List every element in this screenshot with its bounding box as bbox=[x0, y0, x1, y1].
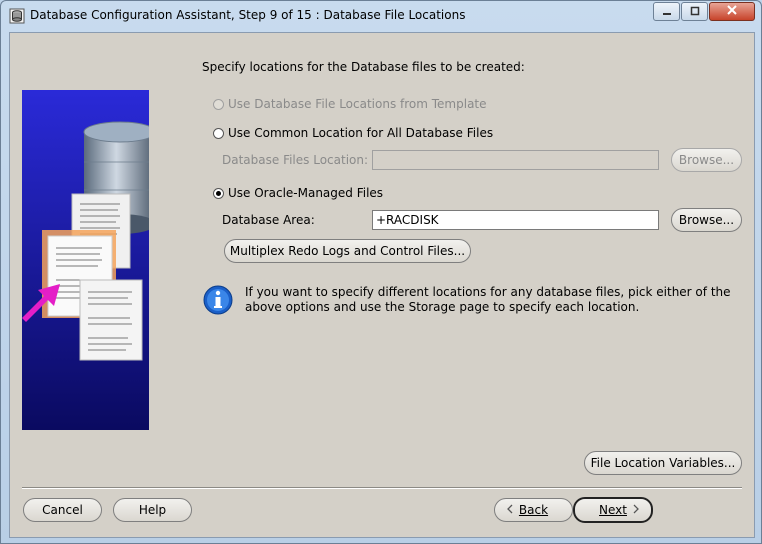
window-title: Database Configuration Assistant, Step 9… bbox=[30, 8, 466, 22]
chevron-left-icon bbox=[505, 504, 515, 517]
dbca-window: Database Configuration Assistant, Step 9… bbox=[0, 0, 762, 544]
radio-label: Use Oracle-Managed Files bbox=[228, 186, 384, 200]
chevron-right-icon bbox=[631, 504, 641, 517]
wizard-illustration bbox=[22, 90, 149, 430]
wizard-content: Specify locations for the Database files… bbox=[9, 32, 755, 538]
info-message: If you want to specify different locatio… bbox=[245, 285, 731, 314]
multiplex-redo-logs-button[interactable]: Multiplex Redo Logs and Control Files... bbox=[224, 239, 471, 263]
database-icon bbox=[9, 8, 25, 24]
footer-divider bbox=[22, 487, 742, 489]
maximize-icon bbox=[690, 5, 700, 19]
maximize-button[interactable] bbox=[681, 2, 708, 21]
close-button[interactable] bbox=[709, 2, 755, 21]
database-files-location-label: Database Files Location: bbox=[222, 153, 369, 167]
next-label: Next bbox=[599, 503, 627, 517]
title-bar: Database Configuration Assistant, Step 9… bbox=[1, 1, 761, 31]
back-label: Back bbox=[518, 503, 549, 517]
next-button[interactable]: Next bbox=[573, 497, 653, 523]
database-area-label: Database Area: bbox=[222, 213, 315, 227]
minimize-icon bbox=[662, 5, 672, 19]
radio-oracle-managed-files[interactable]: Use Oracle-Managed Files bbox=[213, 186, 383, 200]
page-heading: Specify locations for the Database files… bbox=[202, 60, 525, 74]
close-icon bbox=[726, 4, 738, 19]
back-button[interactable]: Back bbox=[494, 498, 573, 522]
radio-template-locations[interactable]: Use Database File Locations from Templat… bbox=[213, 97, 487, 111]
database-area-field[interactable]: +RACDISK bbox=[372, 210, 659, 230]
info-icon bbox=[203, 285, 233, 315]
browse-common-location-button[interactable]: Browse... bbox=[671, 148, 742, 172]
radio-indicator bbox=[213, 127, 224, 139]
browse-database-area-button[interactable]: Browse... bbox=[671, 208, 742, 232]
radio-common-location[interactable]: Use Common Location for All Database Fil… bbox=[213, 126, 493, 140]
radio-label: Use Common Location for All Database Fil… bbox=[228, 126, 494, 140]
minimize-button[interactable] bbox=[653, 2, 680, 21]
radio-label: Use Database File Locations from Templat… bbox=[228, 97, 487, 111]
file-location-variables-button[interactable]: File Location Variables... bbox=[584, 451, 742, 475]
cancel-button[interactable]: Cancel bbox=[23, 498, 102, 522]
radio-indicator bbox=[213, 98, 224, 110]
radio-indicator bbox=[213, 187, 224, 199]
help-button[interactable]: Help bbox=[113, 498, 192, 522]
database-files-location-field[interactable] bbox=[372, 150, 659, 170]
